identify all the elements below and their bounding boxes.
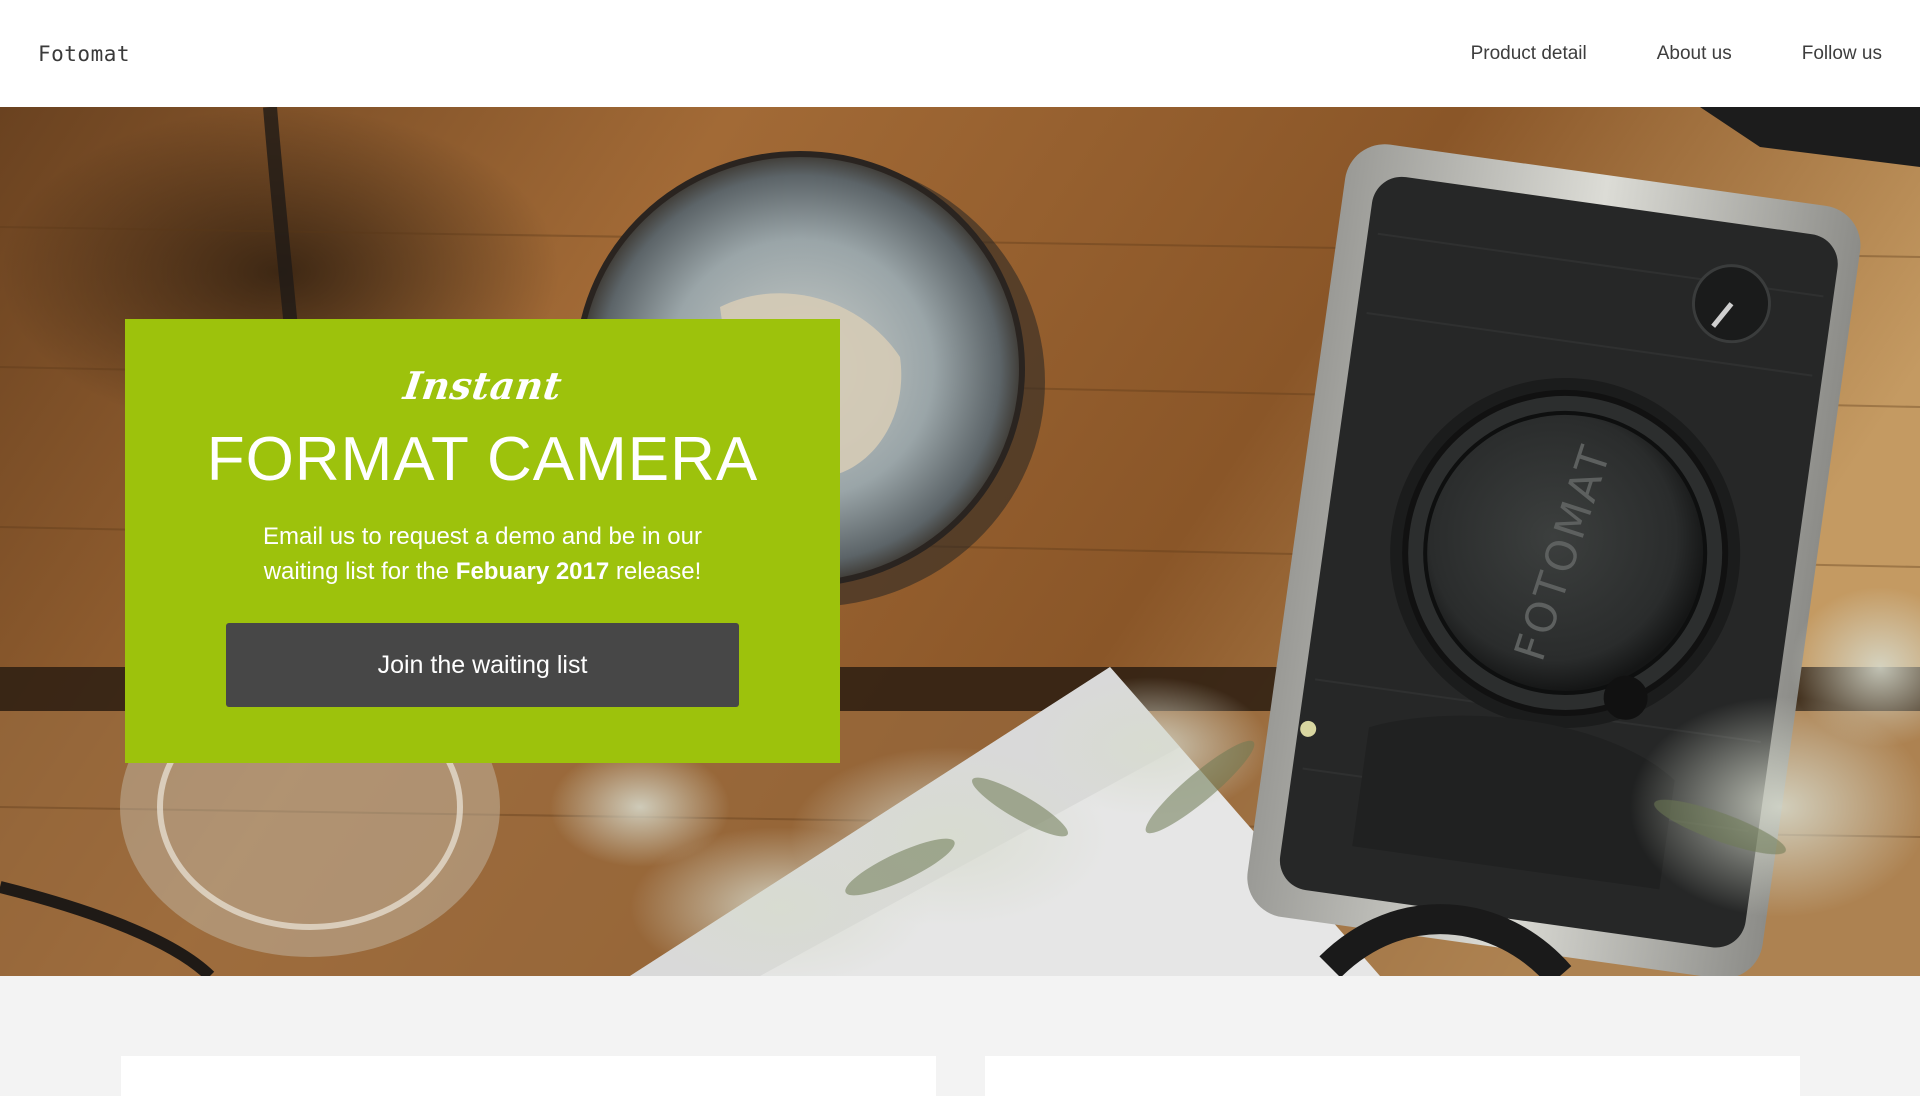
promo-release-date: Febuary 2017 <box>455 558 610 585</box>
promo-eyebrow: Instant <box>400 363 565 408</box>
content-card-right <box>985 1056 1800 1096</box>
content-card-left <box>121 1056 936 1096</box>
nav-link-about-us[interactable]: About us <box>1657 43 1732 65</box>
content-area <box>0 976 1920 1096</box>
nav-link-follow-us[interactable]: Follow us <box>1802 43 1882 65</box>
join-waiting-list-button[interactable]: Join the waiting list <box>226 623 739 707</box>
promo-text-after: release! <box>609 558 702 585</box>
promo-description: Email us to request a demo and be in our… <box>248 519 718 589</box>
brand-logo[interactable]: Fotomat <box>38 42 130 66</box>
main-nav: Product detail About us Follow us <box>1471 43 1882 65</box>
site-header: Fotomat Product detail About us Follow u… <box>0 0 1920 107</box>
nav-link-product-detail[interactable]: Product detail <box>1471 43 1587 65</box>
promo-card: Instant FORMAT CAMERA Email us to reques… <box>125 319 840 763</box>
promo-title: FORMAT CAMERA <box>206 425 759 494</box>
